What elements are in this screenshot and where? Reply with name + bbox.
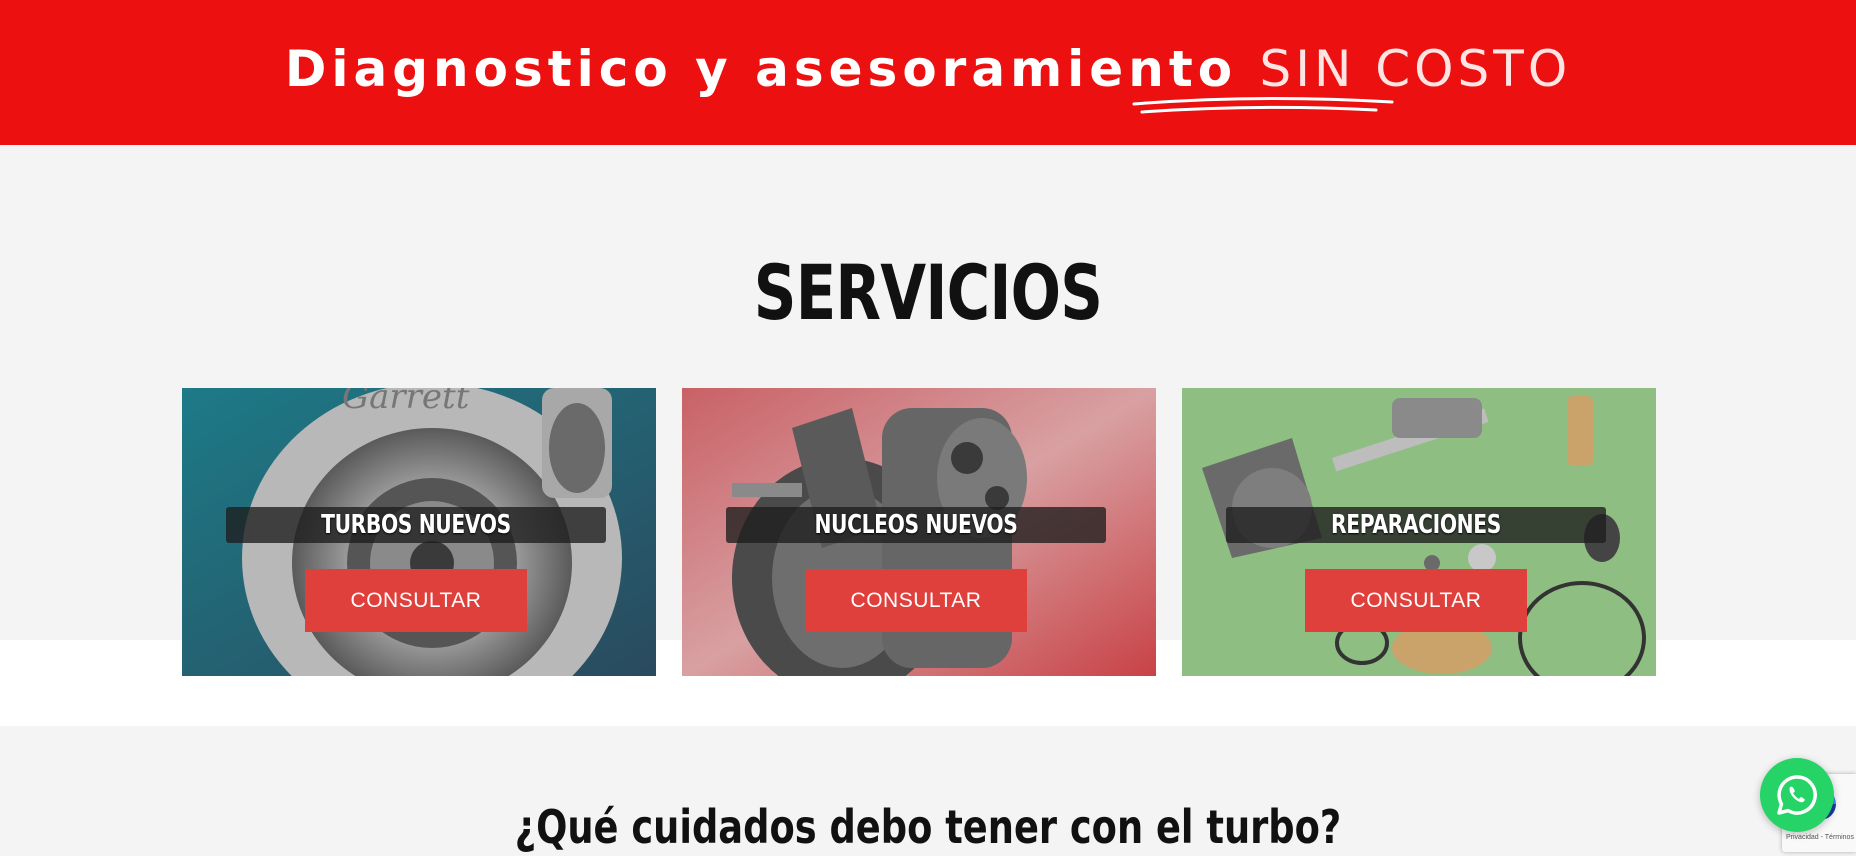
highlight-underline-icon — [1132, 96, 1394, 114]
whatsapp-icon — [1777, 775, 1817, 815]
card-label-box: REPARACIONES — [1226, 507, 1606, 543]
consult-reparaciones-button[interactable]: CONSULTAR — [1305, 569, 1527, 632]
service-card-turbos: Garrett TURBOS NUEVOS CONSULTAR — [182, 388, 656, 676]
card-title: NUCLEOS NUEVOS — [814, 510, 1018, 540]
card-title: TURBOS NUEVOS — [321, 510, 511, 540]
recaptcha-text[interactable]: Privacidad - Términos — [1786, 834, 1854, 841]
card-label-box: TURBOS NUEVOS — [226, 507, 606, 543]
services-title: SERVICIOS — [753, 248, 1103, 337]
card-label-box: NUCLEOS NUEVOS — [726, 507, 1106, 543]
banner-main-text: Diagnostico y asesoramiento — [284, 40, 1260, 98]
banner-highlight-text: SIN COSTO — [1259, 40, 1572, 98]
service-card-reparaciones: REPARACIONES CONSULTAR — [1182, 388, 1656, 676]
consult-turbos-button[interactable]: CONSULTAR — [305, 569, 527, 632]
promo-banner: Diagnostico y asesoramiento SIN COSTO — [0, 0, 1856, 145]
service-card-nucleos: NUCLEOS NUEVOS CONSULTAR — [682, 388, 1156, 676]
svg-text:Garrett: Garrett — [342, 388, 470, 417]
whatsapp-button[interactable] — [1760, 758, 1834, 832]
consult-nucleos-button[interactable]: CONSULTAR — [805, 569, 1027, 632]
card-title: REPARACIONES — [1331, 510, 1501, 540]
banner-text: Diagnostico y asesoramiento SIN COSTO — [0, 40, 1856, 98]
faq-question: ¿Qué cuidados debo tener con el turbo? — [514, 800, 1342, 854]
